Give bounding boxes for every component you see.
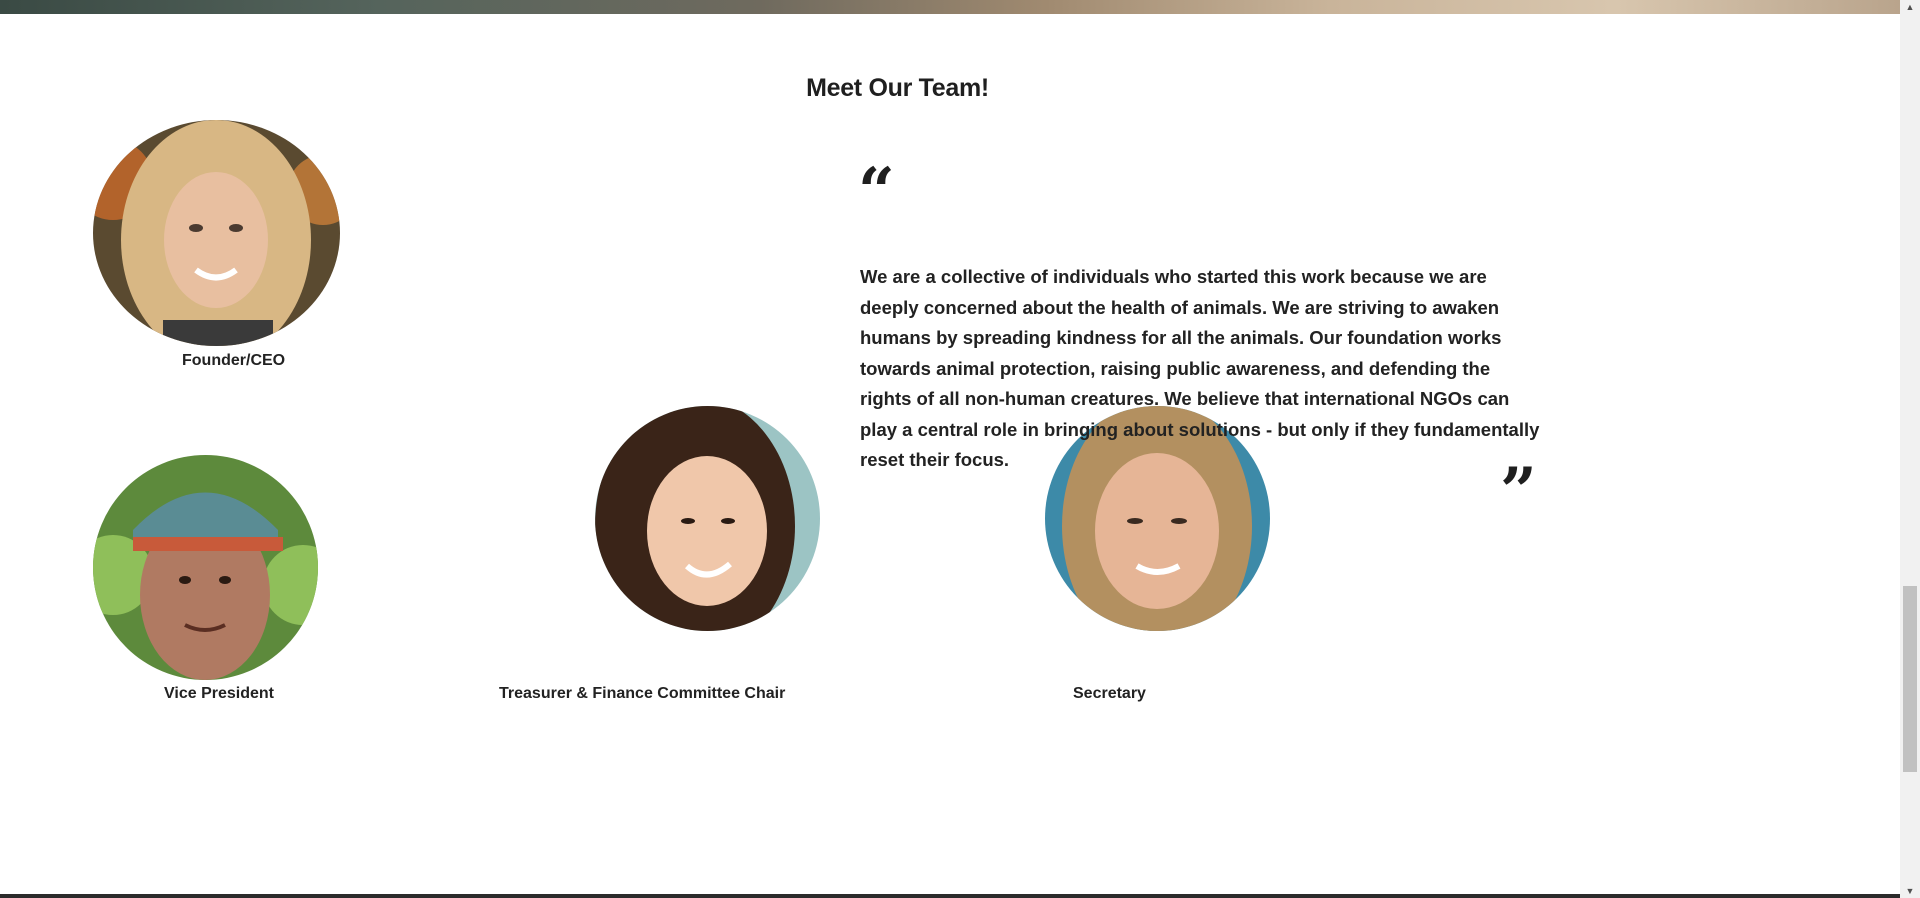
role-secretary: Secretary: [1073, 685, 1146, 702]
founder-portrait-illustration: [93, 120, 340, 346]
vice-president-portrait-illustration: [93, 455, 318, 680]
scroll-thumb[interactable]: [1903, 586, 1917, 772]
section-title: Meet Our Team!: [806, 74, 989, 102]
mission-quote-text: We are a collective of individuals who s…: [860, 266, 1540, 470]
role-treasurer: Treasurer & Finance Committee Chair: [499, 685, 786, 702]
treasurer-photo: [595, 406, 820, 631]
scroll-down-arrow-icon[interactable]: ▼: [1900, 884, 1920, 898]
founder-photo: [93, 120, 340, 346]
scroll-up-arrow-icon[interactable]: ▲: [1900, 0, 1920, 14]
role-vice-president: Vice President: [164, 685, 274, 702]
treasurer-portrait-illustration: [595, 406, 820, 631]
role-founder-ceo: Founder/CEO: [182, 352, 286, 369]
vice-president-photo: [93, 455, 318, 680]
footer-top-edge: [0, 894, 1900, 898]
hero-image-bottom-edge: [0, 0, 1900, 14]
close-quote-icon: ”: [1500, 454, 1537, 529]
page-scrollbar[interactable]: ▲ ▼: [1900, 0, 1920, 898]
open-quote-icon: “: [858, 154, 895, 229]
